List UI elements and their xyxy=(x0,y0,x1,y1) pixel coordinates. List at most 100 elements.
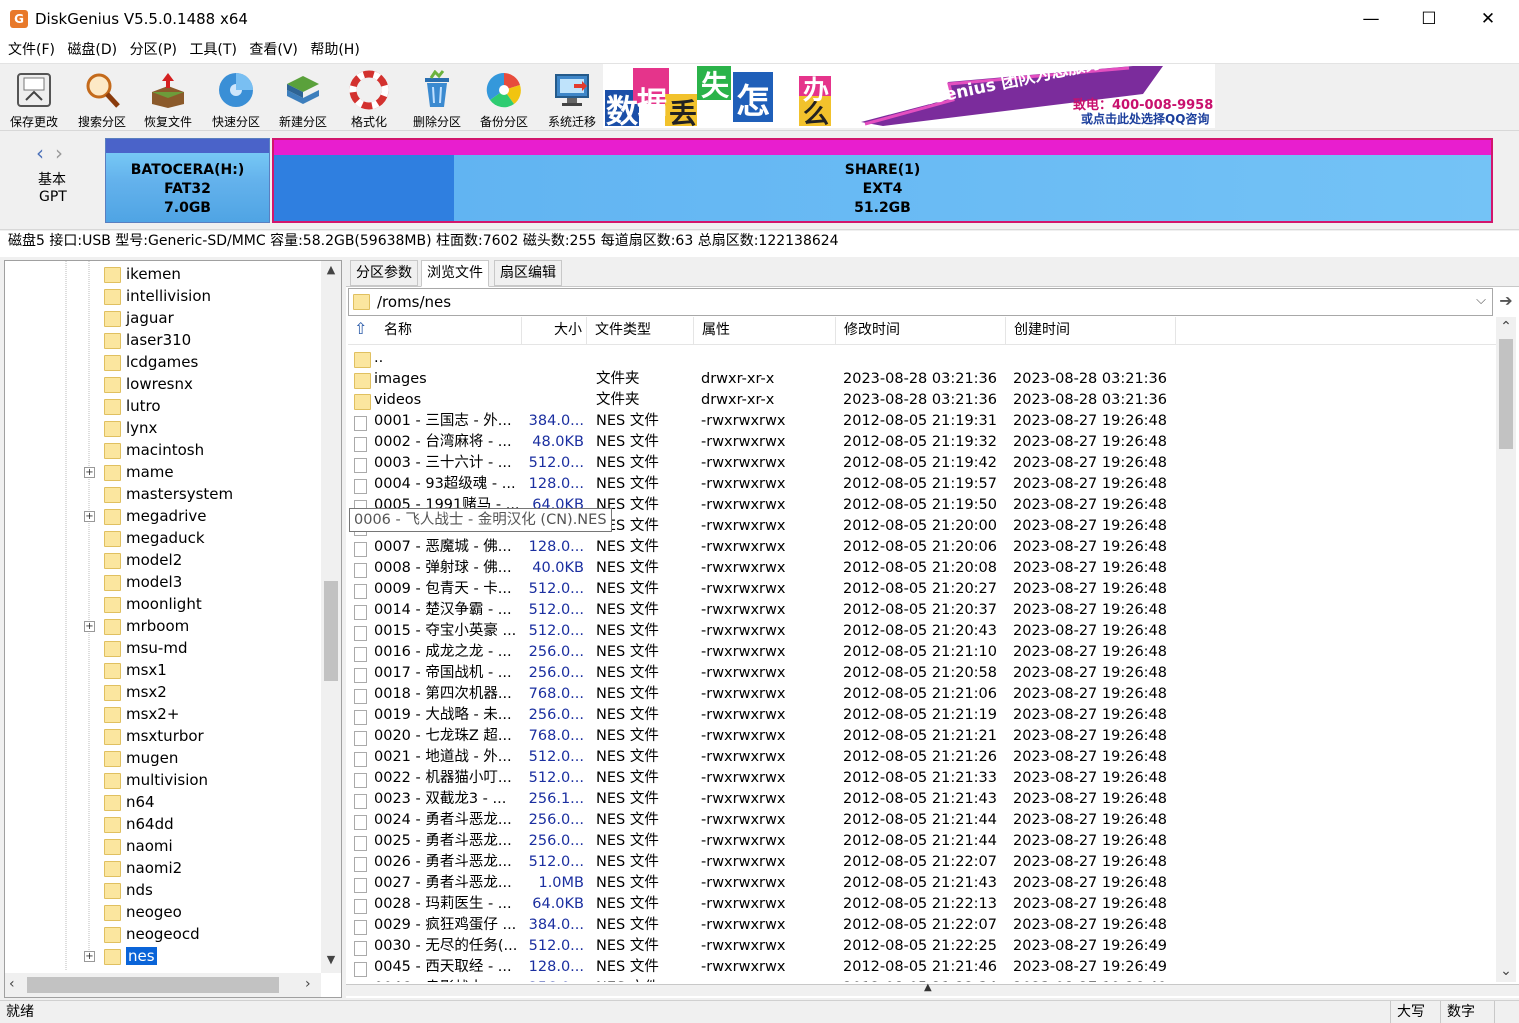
tree-hscroll-thumb[interactable] xyxy=(27,977,279,993)
tree-item[interactable]: msx2 xyxy=(5,681,167,703)
table-row[interactable]: 0025 - 勇者斗恶龙... 256.0... NES 文件 -rwxrwxrwx 2… xyxy=(348,831,1496,852)
table-row[interactable]: 0017 - 帝国战机 - ... 256.0... NES 文件 -rwxrwxrw… xyxy=(348,663,1496,684)
scroll-right-icon[interactable]: › xyxy=(305,976,311,992)
tab-sector-edit[interactable]: 扇区编辑 xyxy=(494,260,562,286)
new-partition-button[interactable]: 新建分区 xyxy=(269,64,337,129)
table-row[interactable]: videos 文件夹 drwxr-xr-x 2023-08-28 03:21:36 20… xyxy=(348,390,1496,411)
table-row[interactable]: 0028 - 玛莉医生 - ... 64.0KB NES 文件 -rwxrwxrwx 2… xyxy=(348,894,1496,915)
tree-item[interactable]: msxturbor xyxy=(5,725,204,747)
tab-partition-params[interactable]: 分区参数 xyxy=(350,260,418,286)
path-bar[interactable]: /roms/nes ⌵ xyxy=(348,288,1493,316)
tree-item[interactable]: model2 xyxy=(5,549,182,571)
tree-item[interactable]: lcdgames xyxy=(5,351,198,373)
column-attributes[interactable]: 属性 xyxy=(694,317,836,345)
splitter[interactable]: ▲ xyxy=(346,982,1519,996)
save-changes-button[interactable]: 保存更改 xyxy=(0,64,68,129)
recover-files-button[interactable]: 恢复文件 xyxy=(134,64,202,129)
tab-browse-files[interactable]: 浏览文件 xyxy=(421,260,489,287)
next-disk-icon[interactable]: › xyxy=(55,141,63,165)
maximize-button[interactable]: ☐ xyxy=(1400,0,1458,38)
list-vertical-scrollbar[interactable]: ⌃ ⌄ xyxy=(1496,317,1516,982)
quick-partition-button[interactable]: 快速分区 xyxy=(202,64,270,129)
collapse-icon[interactable]: ▲ xyxy=(924,982,932,993)
column-type[interactable]: 文件类型 xyxy=(587,317,694,345)
table-row[interactable]: 0018 - 第四次机器... 768.0... NES 文件 -rwxrwxrwx 2… xyxy=(348,684,1496,705)
table-row[interactable]: 0019 - 大战略 - 未... 256.0... NES 文件 -rwxrwxrw… xyxy=(348,705,1496,726)
menu-file[interactable]: 文件(F) xyxy=(4,38,59,63)
tree-item[interactable]: model3 xyxy=(5,571,182,593)
table-row[interactable]: 0022 - 机器猫小叮... 512.0... NES 文件 -rwxrwxrwx 2… xyxy=(348,768,1496,789)
table-row[interactable]: 0029 - 疯狂鸡蛋仔 ... 384.0... NES 文件 -rwxrwxrwx… xyxy=(348,915,1496,936)
column-created[interactable]: 创建时间 xyxy=(1006,317,1176,345)
tree-item[interactable]: macintosh xyxy=(5,439,204,461)
tree-item[interactable]: nds xyxy=(5,879,153,901)
table-row[interactable]: 0023 - 双截龙3 - ... 256.1... NES 文件 -rwxrwxrw… xyxy=(348,789,1496,810)
partition-batocera[interactable]: BATOCERA(H:) FAT32 7.0GB xyxy=(105,138,270,223)
tree-item[interactable]: n64 xyxy=(5,791,155,813)
expand-icon[interactable]: + xyxy=(84,467,95,478)
table-row[interactable]: .. xyxy=(348,348,1496,369)
minimize-button[interactable]: — xyxy=(1342,0,1400,38)
search-partition-button[interactable]: 搜索分区 xyxy=(68,64,136,129)
table-row[interactable]: 0016 - 成龙之龙 - ... 256.0... NES 文件 -rwxrwxrw… xyxy=(348,642,1496,663)
partition-share[interactable]: SHARE(1) EXT4 51.2GB xyxy=(272,138,1493,223)
column-modified[interactable]: 修改时间 xyxy=(836,317,1006,345)
tree-item[interactable]: jaguar xyxy=(5,307,174,329)
format-button[interactable]: 格式化 xyxy=(335,64,403,129)
menu-help[interactable]: 帮助(H) xyxy=(306,38,363,63)
table-row[interactable]: 0027 - 勇者斗恶龙... 1.0MB NES 文件 -rwxrwxrwx 2012… xyxy=(348,873,1496,894)
list-scroll-thumb[interactable] xyxy=(1499,339,1513,449)
path-input[interactable]: /roms/nes xyxy=(377,293,451,311)
table-row[interactable]: 0020 - 七龙珠Z 超... 768.0... NES 文件 -rwxrwxrwx… xyxy=(348,726,1496,747)
tree-item[interactable]: msx1 xyxy=(5,659,167,681)
tree-item[interactable]: msu-md xyxy=(5,637,187,659)
scroll-left-icon[interactable]: ‹ xyxy=(9,976,15,992)
table-row[interactable]: 0002 - 台湾麻将 - ... 48.0KB NES 文件 -rwxrwxrwx 2… xyxy=(348,432,1496,453)
table-row[interactable]: 0026 - 勇者斗恶龙... 512.0... NES 文件 -rwxrwxrwx 2… xyxy=(348,852,1496,873)
column-size[interactable]: 大小 xyxy=(522,317,587,345)
expand-icon[interactable]: + xyxy=(84,511,95,522)
tree-item[interactable]: msx2+ xyxy=(5,703,179,725)
tree-item[interactable]: naomi xyxy=(5,835,173,857)
tree-item[interactable]: ikemen xyxy=(5,263,181,285)
column-name[interactable]: 名称 xyxy=(348,317,522,345)
close-button[interactable]: ✕ xyxy=(1459,0,1517,38)
table-row[interactable]: 0024 - 勇者斗恶龙... 256.0... NES 文件 -rwxrwxrwx 2… xyxy=(348,810,1496,831)
ad-banner[interactable]: 数 据 丢 失 怎 么 办 DiskGenius 团队为您服务 致电：400-0… xyxy=(603,64,1215,128)
tree-item[interactable]: n64dd xyxy=(5,813,174,835)
table-row[interactable]: 0001 - 三国志 - 外... 384.0... NES 文件 -rwxrwxrw… xyxy=(348,411,1496,432)
table-row[interactable]: 0008 - 弹射球 - 佛... 40.0KB NES 文件 -rwxrwxrwx 2… xyxy=(348,558,1496,579)
tree-item[interactable]: + megadrive xyxy=(5,505,207,527)
menu-disk[interactable]: 磁盘(D) xyxy=(63,38,121,63)
tree-item[interactable]: mastersystem xyxy=(5,483,233,505)
tree-item[interactable]: + mame xyxy=(5,461,174,483)
scroll-up-icon[interactable]: ▲ xyxy=(323,263,339,281)
tree-item[interactable]: lowresnx xyxy=(5,373,193,395)
tree-item[interactable]: lutro xyxy=(5,395,161,417)
table-row[interactable]: 0030 - 无尽的任务(... 512.0... NES 文件 -rwxrwxrwx… xyxy=(348,936,1496,957)
menu-tools[interactable]: 工具(T) xyxy=(185,38,240,63)
tree-item[interactable]: naomi2 xyxy=(5,857,182,879)
table-row[interactable]: 0014 - 楚汉争霸 - ... 512.0... NES 文件 -rwxrwxrw… xyxy=(348,600,1496,621)
tree-item[interactable]: + mrboom xyxy=(5,615,189,637)
tree-item[interactable]: lynx xyxy=(5,417,157,439)
prev-disk-icon[interactable]: ‹ xyxy=(36,141,44,165)
tree-horizontal-scrollbar[interactable]: ‹ › xyxy=(5,973,321,997)
tree-item[interactable]: neogeo xyxy=(5,901,182,923)
tree-item[interactable]: megaduck xyxy=(5,527,205,549)
tree-vertical-scrollbar[interactable]: ▲ ▼ xyxy=(321,261,341,973)
table-row[interactable]: 0003 - 三十六计 - ... 512.0... NES 文件 -rwxrwxrw… xyxy=(348,453,1496,474)
tree-item[interactable]: mugen xyxy=(5,747,178,769)
tree-item[interactable]: intellivision xyxy=(5,285,211,307)
table-row[interactable]: 0004 - 93超级魂 - ... 128.0... NES 文件 -rwxrwxr… xyxy=(348,474,1496,495)
backup-partition-button[interactable]: 备份分区 xyxy=(470,64,538,129)
table-row[interactable]: images 文件夹 drwxr-xr-x 2023-08-28 03:21:36 20… xyxy=(348,369,1496,390)
expand-icon[interactable]: + xyxy=(84,621,95,632)
table-row[interactable]: 0046 - 赤影战士 - ...256.0... NES 文件 -rwxrwxrw… xyxy=(348,978,1496,982)
table-row[interactable]: 0021 - 地道战 - 外... 512.0... NES 文件 -rwxrwxrw… xyxy=(348,747,1496,768)
go-arrow-icon[interactable]: ➔ xyxy=(1496,291,1516,313)
tree-item[interactable]: neogeocd xyxy=(5,923,200,945)
folder-tree[interactable]: ikemen intellivision jaguar laser310 lcdgame… xyxy=(4,260,342,998)
system-migration-button[interactable]: 系统迁移 xyxy=(538,64,606,129)
tree-item[interactable]: multivision xyxy=(5,769,208,791)
